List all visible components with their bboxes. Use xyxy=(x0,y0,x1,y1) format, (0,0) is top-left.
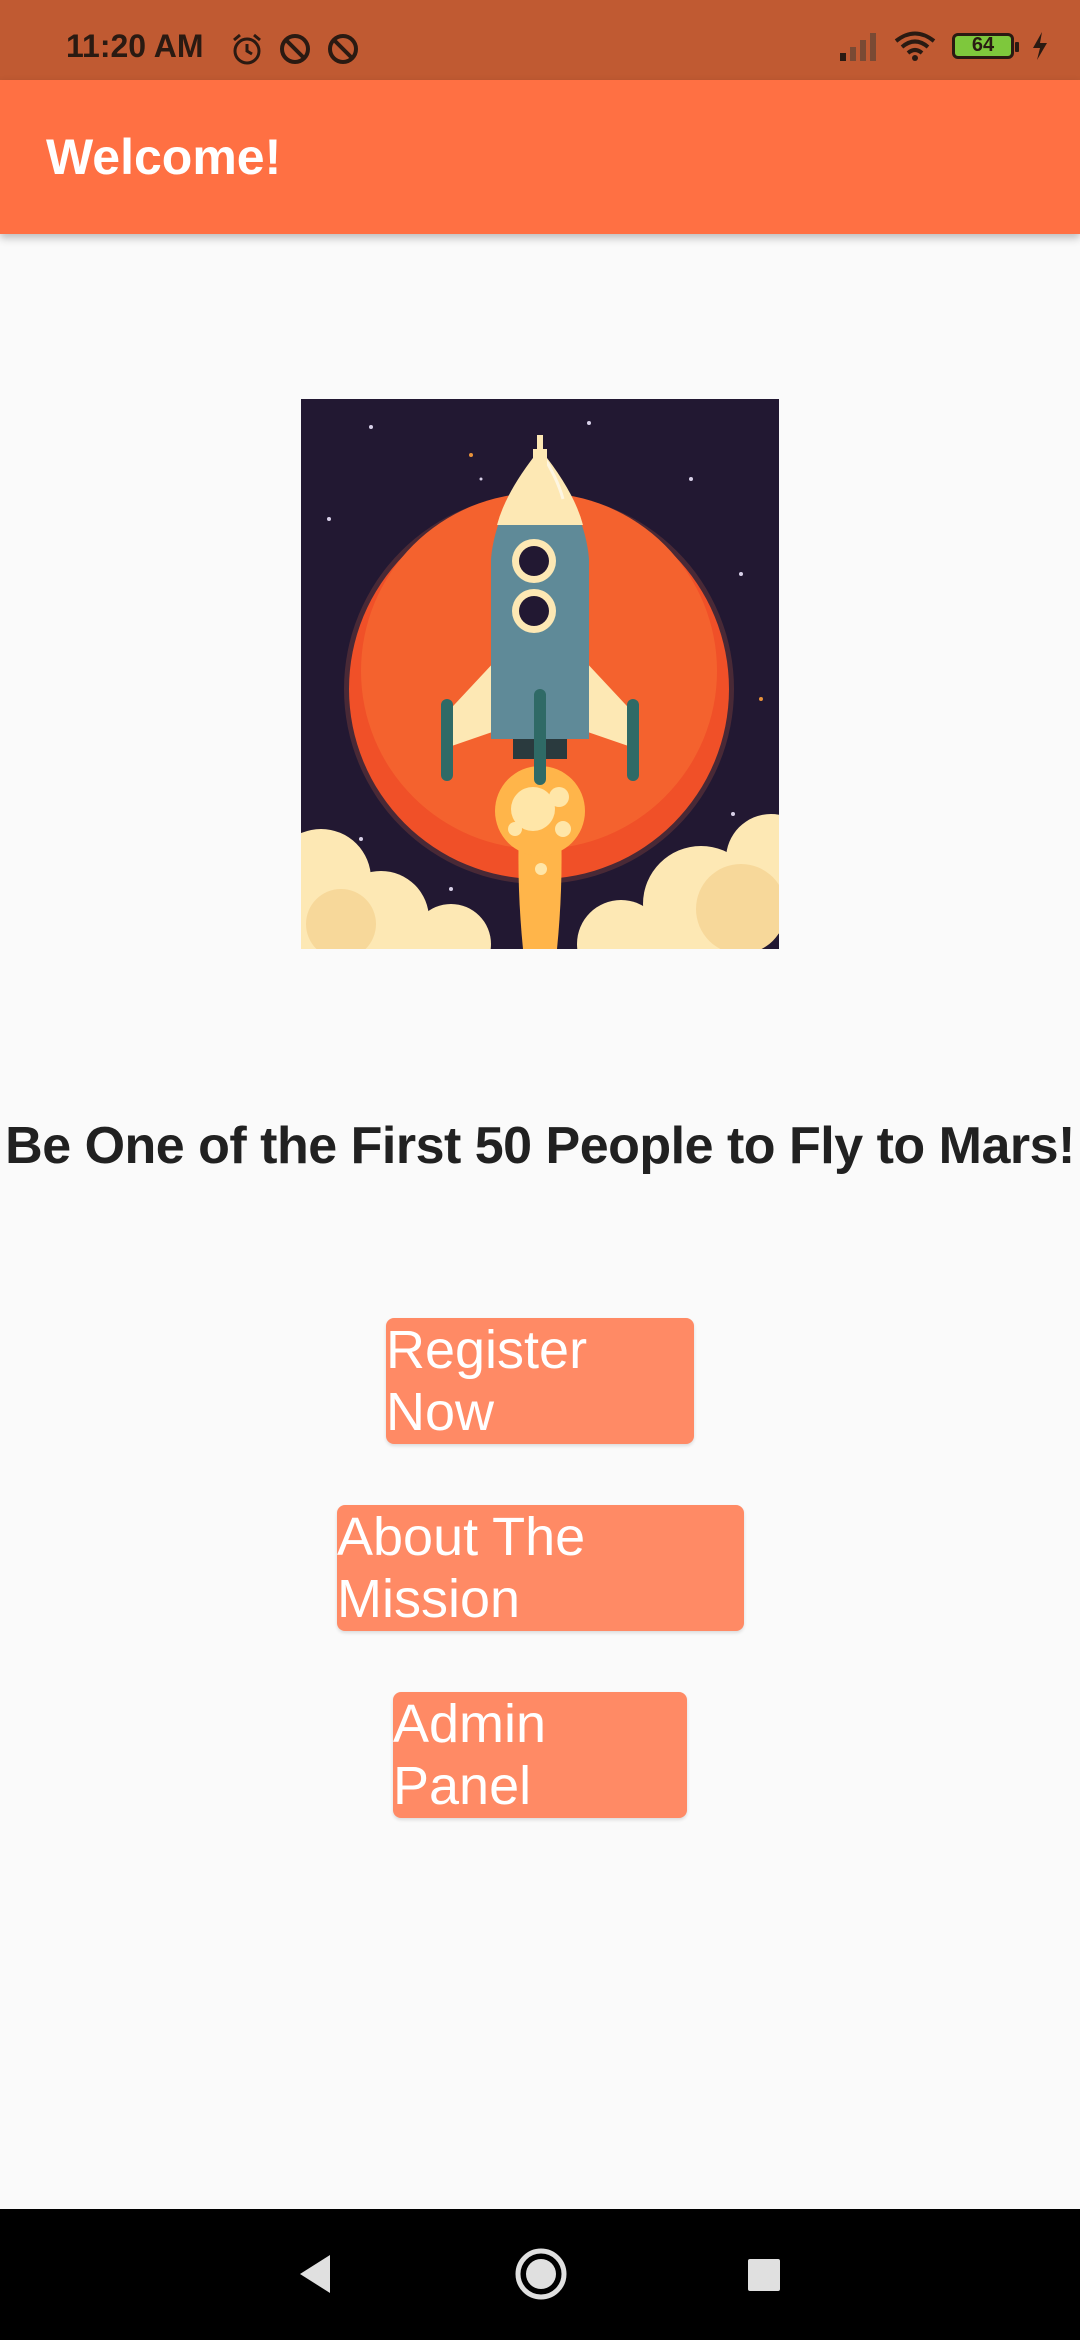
do-not-disturb-icon xyxy=(280,34,310,64)
back-icon[interactable] xyxy=(296,2251,332,2297)
recents-icon[interactable] xyxy=(746,2257,782,2293)
register-now-label: Register Now xyxy=(386,1320,588,1442)
headline: Be One of the First 50 People to Fly to … xyxy=(5,1117,1075,1175)
app-bar: Welcome! xyxy=(0,80,1080,234)
wifi-icon xyxy=(894,31,936,61)
signal-icon xyxy=(840,33,876,61)
charging-icon xyxy=(1033,32,1047,60)
admin-panel-label: Admin Panel xyxy=(393,1694,547,1816)
register-now-button[interactable]: Register Now xyxy=(386,1318,694,1444)
about-mission-label: About The Mission xyxy=(337,1507,586,1629)
status-time: 11:20 AM xyxy=(66,28,204,64)
rocket-illustration xyxy=(301,399,779,949)
admin-panel-button[interactable]: Admin Panel xyxy=(393,1692,687,1818)
home-icon[interactable] xyxy=(514,2247,568,2301)
about-mission-button[interactable]: About The Mission xyxy=(337,1505,744,1631)
battery-icon: 64 xyxy=(952,33,1019,59)
do-not-disturb-icon xyxy=(328,34,358,64)
alarm-icon xyxy=(233,33,261,65)
status-left-icons xyxy=(230,32,360,66)
app-title: Welcome! xyxy=(46,129,282,185)
status-right-icons: 64 xyxy=(838,30,1050,62)
status-bar: 11:20 AM 64 xyxy=(0,0,1080,80)
navigation-bar xyxy=(0,2209,1080,2340)
battery-level: 64 xyxy=(971,34,995,56)
